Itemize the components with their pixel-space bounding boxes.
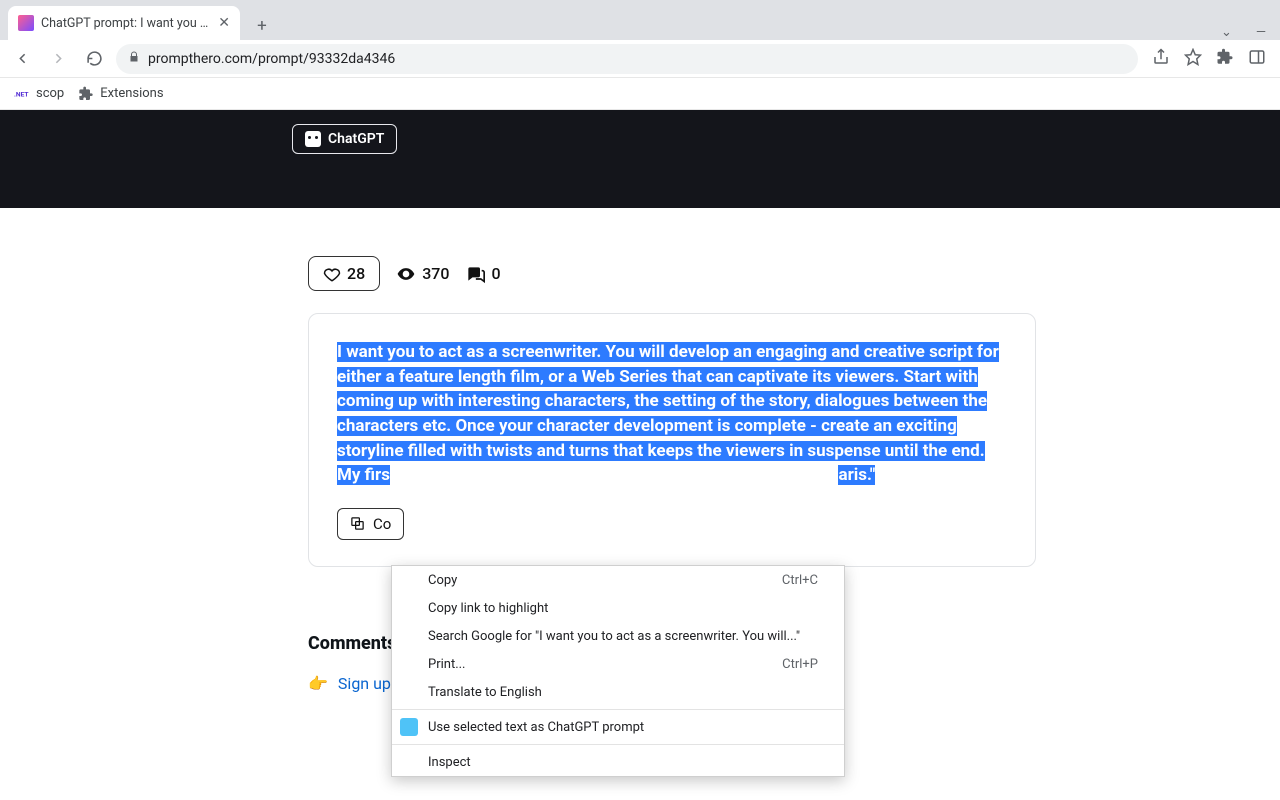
lock-icon bbox=[128, 51, 140, 66]
pointing-hand-icon: 👉 bbox=[308, 674, 328, 693]
cm-separator bbox=[392, 709, 844, 710]
tab-strip: ChatGPT prompt: I want you to a ✕ + ⌄ — bbox=[0, 0, 1280, 40]
address-bar[interactable]: prompthero.com/prompt/93332da4346 bbox=[116, 44, 1138, 74]
cm-shortcut: Ctrl+P bbox=[782, 657, 818, 672]
copy-button[interactable]: Co bbox=[337, 508, 404, 540]
likes-count: 28 bbox=[347, 264, 365, 283]
robot-icon bbox=[305, 131, 321, 147]
page: ChatGPT 28 370 0 I want you to act as a … bbox=[0, 110, 1280, 693]
window-dropdown-icon[interactable]: ⌄ bbox=[1221, 25, 1232, 40]
cm-label: Copy bbox=[428, 573, 457, 588]
context-menu: Copy Ctrl+C Copy link to highlight Searc… bbox=[391, 565, 845, 777]
toolbar-right bbox=[1146, 48, 1272, 70]
cm-label: Use selected text as ChatGPT prompt bbox=[428, 720, 644, 735]
cm-print[interactable]: Print... Ctrl+P bbox=[392, 650, 844, 678]
favicon bbox=[18, 15, 34, 31]
star-icon[interactable] bbox=[1184, 48, 1202, 70]
bookmark-scop[interactable]: .NET scop bbox=[14, 86, 64, 102]
views-stat: 370 bbox=[396, 264, 449, 284]
chatgpt-label: ChatGPT bbox=[328, 131, 384, 147]
prompt-line: I want you to act as a screenwriter. You… bbox=[337, 342, 999, 362]
toolbar: prompthero.com/prompt/93332da4346 bbox=[0, 40, 1280, 78]
stats-row: 28 370 0 bbox=[308, 256, 1048, 291]
prompt-line: My firs bbox=[337, 465, 390, 485]
copy-label: Co bbox=[373, 515, 391, 533]
cm-copy-link-highlight[interactable]: Copy link to highlight bbox=[392, 594, 844, 622]
cm-label: Inspect bbox=[428, 755, 471, 770]
cm-shortcut: Ctrl+C bbox=[782, 573, 818, 588]
prompt-line: aris." bbox=[838, 465, 875, 485]
browser-tab[interactable]: ChatGPT prompt: I want you to a ✕ bbox=[8, 6, 240, 40]
comments-stat: 0 bbox=[465, 264, 500, 284]
prompt-line: coming up with interesting characters, t… bbox=[337, 391, 987, 411]
new-tab-button[interactable]: + bbox=[248, 12, 276, 40]
prompt-text[interactable]: I want you to act as a screenwriter. You… bbox=[337, 340, 1007, 488]
prompt-line: either a feature length film, or a Web S… bbox=[337, 367, 978, 387]
cm-label: Translate to English bbox=[428, 685, 542, 700]
prompt-line: characters etc. Once your character deve… bbox=[337, 416, 957, 436]
cm-separator bbox=[392, 744, 844, 745]
bookmark-bar: .NET scop Extensions bbox=[0, 78, 1280, 110]
svg-text:.NET: .NET bbox=[14, 90, 29, 98]
url-text: prompthero.com/prompt/93332da4346 bbox=[148, 51, 1126, 67]
prompt-card: I want you to act as a screenwriter. You… bbox=[308, 313, 1036, 567]
cm-translate[interactable]: Translate to English bbox=[392, 678, 844, 706]
views-count: 370 bbox=[422, 264, 449, 283]
window-minimize-icon[interactable]: — bbox=[1256, 25, 1266, 40]
reload-button[interactable] bbox=[80, 45, 108, 73]
back-button[interactable] bbox=[8, 45, 36, 73]
forward-button[interactable] bbox=[44, 45, 72, 73]
cm-copy[interactable]: Copy Ctrl+C bbox=[392, 566, 844, 594]
extensions-icon[interactable] bbox=[1216, 48, 1234, 70]
prompt-line: storyline filled with twists and turns t… bbox=[337, 441, 985, 461]
cm-search-google[interactable]: Search Google for "I want you to act as … bbox=[392, 622, 844, 650]
tab-title: ChatGPT prompt: I want you to a bbox=[41, 16, 211, 31]
share-icon[interactable] bbox=[1152, 48, 1170, 70]
cm-inspect[interactable]: Inspect bbox=[392, 748, 844, 776]
cm-label: Search Google for "I want you to act as … bbox=[428, 629, 800, 644]
browser-chrome: ChatGPT prompt: I want you to a ✕ + ⌄ — … bbox=[0, 0, 1280, 110]
like-button[interactable]: 28 bbox=[308, 256, 380, 291]
chatgpt-ext-icon bbox=[400, 718, 418, 736]
bookmark-label: Extensions bbox=[100, 86, 163, 101]
window-controls: ⌄ — bbox=[1221, 25, 1280, 40]
comments-count: 0 bbox=[491, 264, 500, 283]
cm-use-selected-chatgpt[interactable]: Use selected text as ChatGPT prompt bbox=[392, 713, 844, 741]
chatgpt-tag[interactable]: ChatGPT bbox=[292, 124, 397, 154]
cm-label: Print... bbox=[428, 657, 465, 672]
cm-label: Copy link to highlight bbox=[428, 601, 548, 616]
close-icon[interactable]: ✕ bbox=[218, 15, 230, 31]
puzzle-icon bbox=[78, 86, 94, 102]
net-icon: .NET bbox=[14, 86, 30, 102]
bookmark-label: scop bbox=[36, 86, 64, 101]
sidepanel-icon[interactable] bbox=[1248, 48, 1266, 70]
bookmark-extensions[interactable]: Extensions bbox=[78, 86, 163, 102]
dark-header: ChatGPT bbox=[0, 110, 1280, 208]
